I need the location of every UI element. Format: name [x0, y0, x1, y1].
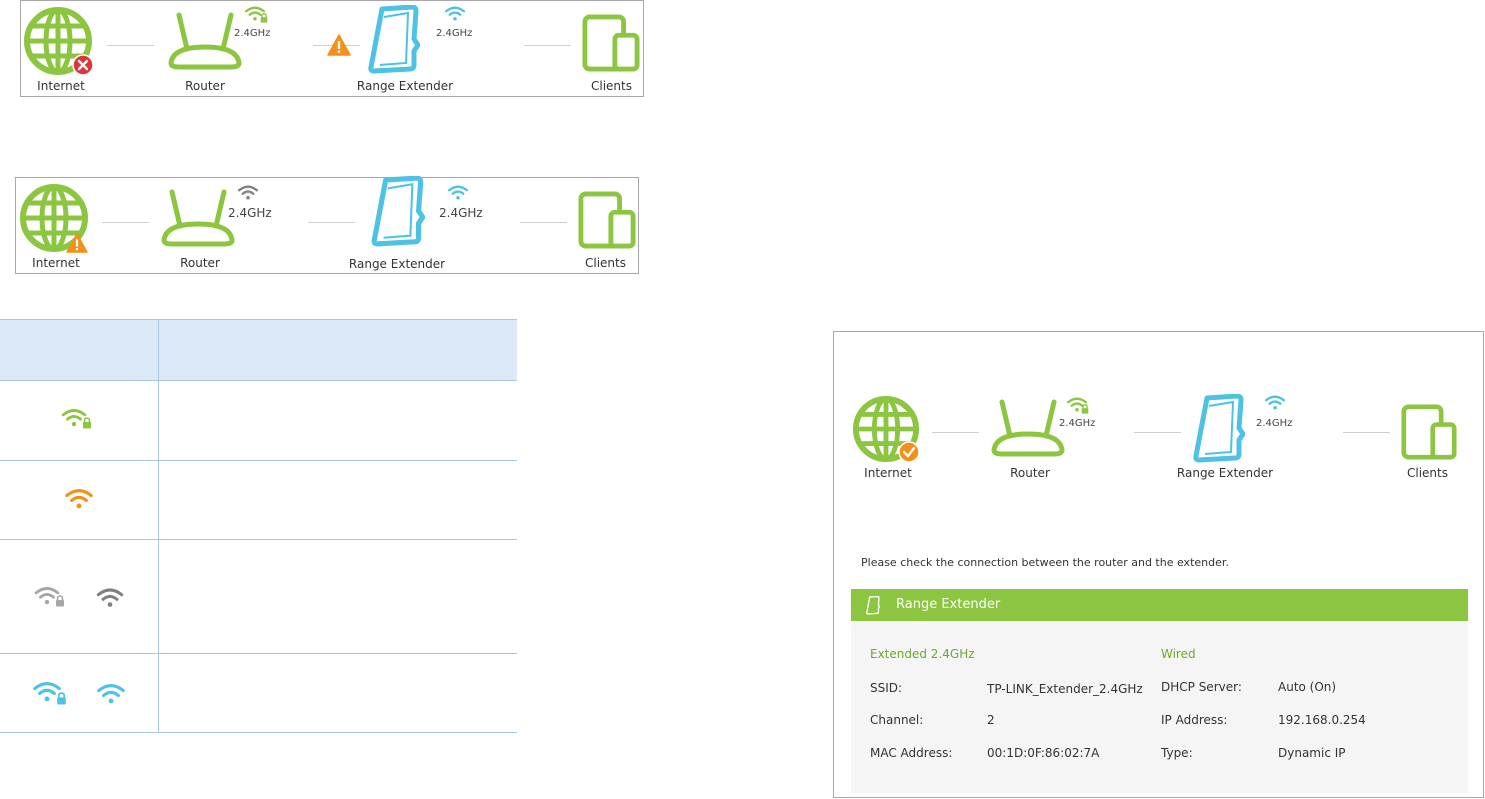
- wifi-status-legend-table: [0, 319, 517, 733]
- router-icon: [165, 11, 245, 71]
- legend-description-cell: [158, 539, 517, 654]
- internet-label: Internet: [864, 466, 912, 480]
- ssid-value: TP-LINK_Extender_2.4GHz: [987, 682, 1143, 696]
- extended-section-heading: Extended 2.4GHz: [870, 647, 975, 661]
- legend-icon-cell: [0, 653, 159, 733]
- legend-header-icon-cell: [0, 319, 159, 381]
- lock-icon: [55, 692, 68, 705]
- lock-icon: [81, 417, 93, 429]
- connector-line: [520, 222, 567, 223]
- wifi-icon: [96, 586, 124, 608]
- warning-icon: [327, 34, 351, 56]
- range-extender-icon: [866, 596, 881, 615]
- check-icon: [898, 441, 920, 463]
- legend-header-description-cell: [158, 319, 517, 381]
- channel-value: 2: [987, 713, 995, 727]
- legend-row-gray: [0, 539, 517, 654]
- legend-row-green: [0, 380, 517, 461]
- legend-description-cell: [158, 460, 517, 540]
- range-extender-icon: [368, 5, 420, 75]
- devices-icon: [1401, 404, 1457, 460]
- router-frequency: 2.4GHz: [1059, 418, 1096, 429]
- extender-frequency: 2.4GHz: [1256, 418, 1293, 429]
- wifi-icon: [444, 5, 466, 21]
- wifi-icon: [447, 184, 469, 200]
- extender-frequency: 2.4GHz: [436, 28, 473, 39]
- lock-icon: [1080, 404, 1090, 414]
- extender-frequency: 2.4GHz: [439, 206, 483, 220]
- legend-description-cell: [158, 653, 517, 733]
- range-extender-icon: [1193, 394, 1245, 464]
- range-extender-icon: [371, 176, 425, 248]
- mac-address-label: MAC Address:: [870, 746, 953, 760]
- router-label: Router: [1010, 466, 1050, 480]
- connection-hint-message: Please check the connection between the …: [861, 556, 1229, 569]
- router-icon: [988, 398, 1068, 458]
- router-icon: [158, 188, 238, 248]
- devices-icon: [578, 191, 636, 249]
- ip-address-value: 192.168.0.254: [1278, 713, 1366, 727]
- warning-icon: [66, 233, 88, 253]
- range-extender-label: Range Extender: [356, 79, 454, 93]
- legend-row-blue: [0, 653, 517, 733]
- range-extender-label: Range Extender: [1176, 466, 1274, 480]
- connector-line: [308, 222, 355, 223]
- clients-label: Clients: [591, 79, 632, 93]
- legend-row-orange: [0, 460, 517, 540]
- range-extender-section-header: Range Extender: [851, 589, 1468, 621]
- section-title: Range Extender: [896, 597, 1001, 612]
- connector-line: [932, 432, 979, 433]
- range-extender-label: Range Extender: [348, 257, 446, 271]
- wifi-icon: [237, 184, 259, 200]
- legend-icon-cell: [0, 460, 159, 540]
- legend-icon-cell: [0, 380, 159, 461]
- wifi-icon: [1264, 394, 1286, 410]
- dhcp-server-label: DHCP Server:: [1161, 680, 1242, 694]
- dhcp-server-value: Auto (On): [1278, 680, 1337, 694]
- type-label: Type:: [1161, 746, 1193, 760]
- devices-icon: [582, 14, 640, 72]
- mac-address-value: 00:1D:0F:86:02:7A: [987, 746, 1100, 760]
- connector-line: [524, 45, 571, 46]
- router-label: Router: [185, 79, 225, 93]
- legend-icon-cell: [0, 539, 159, 654]
- router-frequency: 2.4GHz: [228, 206, 272, 220]
- clients-label: Clients: [1407, 466, 1448, 480]
- type-value: Dynamic IP: [1278, 746, 1346, 760]
- connector-line: [1343, 432, 1390, 433]
- connector-line: [102, 222, 149, 223]
- topology-diagram-warning: [15, 177, 639, 274]
- lock-icon: [54, 595, 66, 607]
- ip-address-label: IP Address:: [1161, 713, 1228, 727]
- legend-header-row: [0, 319, 517, 381]
- clients-label: Clients: [585, 256, 626, 270]
- channel-label: Channel:: [870, 713, 924, 727]
- router-label: Router: [180, 256, 220, 270]
- wired-section-heading: Wired: [1161, 647, 1196, 661]
- ssid-label: SSID:: [870, 681, 903, 695]
- internet-label: Internet: [32, 256, 80, 270]
- connector-line: [107, 45, 154, 46]
- lock-icon: [259, 13, 269, 23]
- internet-label: Internet: [37, 79, 85, 93]
- router-frequency: 2.4GHz: [234, 28, 271, 39]
- legend-description-cell: [158, 380, 517, 461]
- wifi-icon: [64, 487, 94, 509]
- error-x-icon: [72, 54, 94, 76]
- wifi-icon: [96, 682, 126, 704]
- connector-line: [1134, 432, 1181, 433]
